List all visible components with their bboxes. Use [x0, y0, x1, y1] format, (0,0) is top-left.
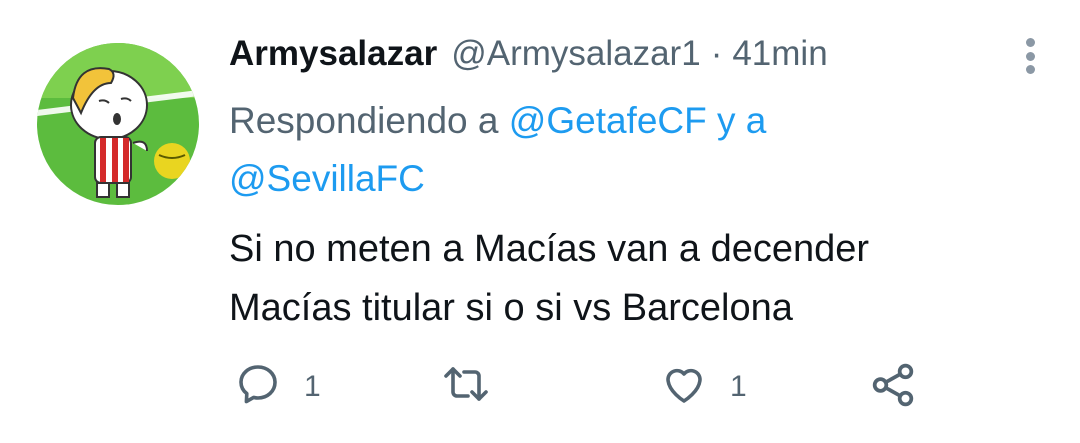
- display-name[interactable]: Armysalazar: [229, 34, 437, 74]
- tweet-header: Armysalazar @Armysalazar1 · 41min: [229, 34, 1040, 86]
- user-handle[interactable]: @Armysalazar1: [451, 34, 700, 74]
- tweet-header-area: Armysalazar @Armysalazar1 · 41min: [229, 34, 1040, 86]
- tweet-text-line-2: Macías titular si o si vs Barcelona: [229, 287, 793, 329]
- tweet-text-line-1: Si no meten a Macías van a decender: [229, 228, 870, 270]
- replying-prefix: Respondiendo a: [229, 100, 499, 141]
- share-button[interactable]: [868, 360, 918, 415]
- tweet-text: Si no meten a Macías van a decender Mací…: [229, 220, 1029, 338]
- share-icon: [868, 360, 918, 415]
- heart-icon: [660, 360, 708, 413]
- reply-count: 1: [304, 369, 321, 403]
- retweet-button[interactable]: [440, 360, 514, 413]
- comment-icon: [234, 360, 282, 413]
- separator-dot: ·: [710, 34, 723, 73]
- retweet-icon: [440, 360, 492, 413]
- like-button[interactable]: 1: [660, 360, 747, 413]
- mention-getafecf[interactable]: @GetafeCF: [509, 100, 707, 141]
- avatar[interactable]: [37, 43, 199, 205]
- reply-button[interactable]: 1: [234, 360, 321, 413]
- replying-to: Respondiendo a @GetafeCF y a @SevillaFC: [229, 92, 949, 208]
- mention-joiner: y a: [717, 100, 767, 141]
- tweet-actions: 1 1: [0, 360, 1080, 430]
- timestamp[interactable]: 41min: [732, 34, 827, 74]
- mention-sevillafc[interactable]: @SevillaFC: [229, 158, 425, 199]
- more-vertical-icon[interactable]: [1020, 38, 1040, 74]
- like-count: 1: [730, 369, 747, 403]
